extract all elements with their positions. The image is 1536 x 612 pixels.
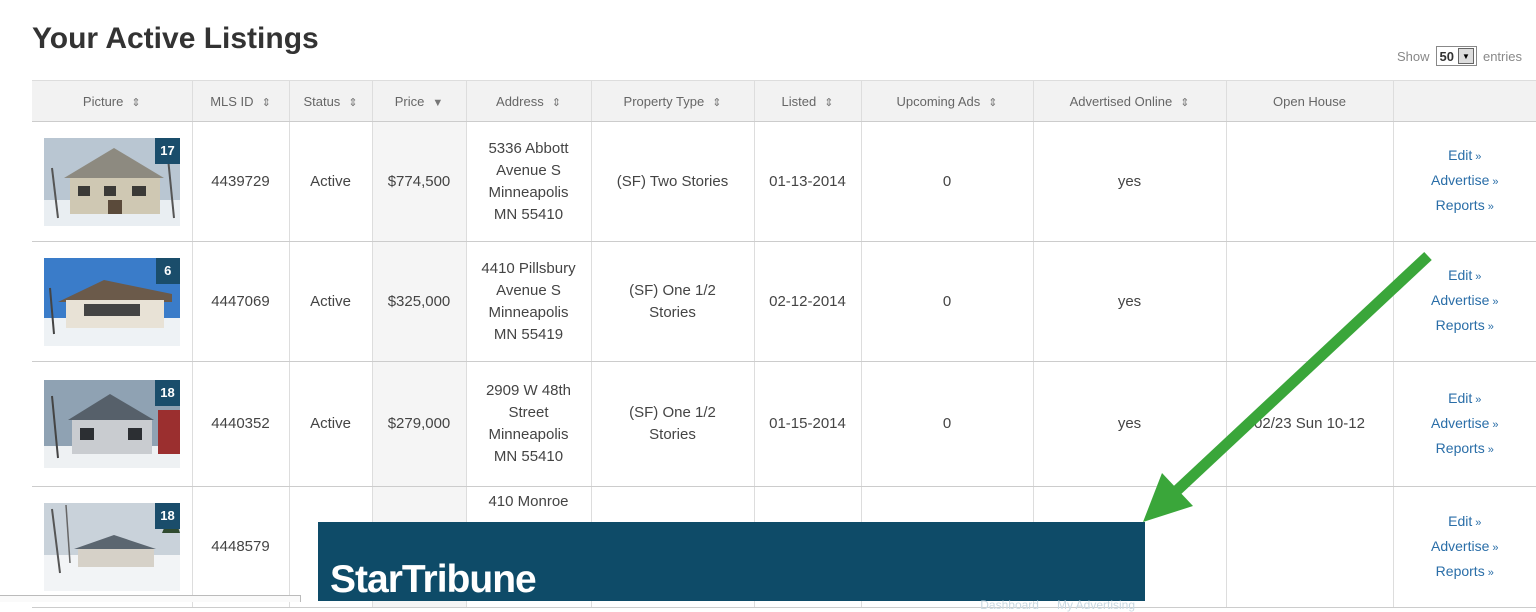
address-cell: 4410 Pillsbury Avenue S Minneapolis MN 5541… (466, 241, 592, 362)
listed-date-cell: 01-13-2014 (754, 121, 862, 242)
sort-icon[interactable]: ⇕ (262, 97, 271, 109)
startribune-banner: StarTribune Dashboard My Advertising (318, 522, 1145, 612)
col-header-actions (1393, 80, 1536, 122)
open-house-cell (1226, 241, 1394, 362)
edit-link[interactable]: Edit» (1398, 264, 1533, 289)
col-header-listed[interactable]: Listed ⇕ (754, 80, 862, 122)
upcoming-ads-cell: 0 (861, 121, 1034, 242)
advertised-online-cell: yes (1033, 121, 1227, 242)
open-house-cell (1226, 486, 1394, 608)
status-cell: Active (289, 241, 373, 362)
picture-cell[interactable]: 6 (32, 241, 193, 362)
advertised-online-cell: yes (1033, 361, 1227, 487)
price-cell: $774,500 (372, 121, 467, 242)
col-header-status[interactable]: Status ⇕ (289, 80, 373, 122)
price-cell: $279,000 (372, 361, 467, 487)
open-house-cell: 02/23 Sun 10-12 (1226, 361, 1394, 487)
actions-cell: Edit» Advertise» Reports» (1393, 121, 1536, 242)
photo-count-badge: 18 (155, 503, 180, 529)
show-entries-control: Show 50 ▼ entries (1397, 46, 1522, 66)
advertise-link[interactable]: Advertise» (1398, 169, 1533, 194)
col-header-upcoming-ads[interactable]: Upcoming Ads ⇕ (861, 80, 1034, 122)
sort-icon[interactable]: ⇕ (988, 97, 997, 109)
address-cell: 5336 Abbott Avenue S Minneapolis MN 55410 (466, 121, 592, 242)
actions-cell: Edit» Advertise» Reports» (1393, 241, 1536, 362)
property-type-cell: (SF) Two Stories (591, 121, 755, 242)
sort-icon[interactable]: ⇕ (824, 97, 833, 109)
status-cell: Active (289, 121, 373, 242)
sort-icon[interactable]: ⇕ (131, 97, 140, 109)
edit-link[interactable]: Edit» (1398, 387, 1533, 412)
mls-id-cell: 4448579 (192, 486, 290, 608)
actions-cell: Edit» Advertise» Reports» (1393, 486, 1536, 608)
upcoming-ads-cell: 0 (861, 241, 1034, 362)
table-row: 18 4440352 Active $279,000 2909 W 48th St… (32, 361, 1536, 487)
entries-value: 50 (1439, 48, 1454, 64)
mls-id-cell: 4447069 (192, 241, 290, 362)
entries-label: entries (1482, 48, 1522, 64)
reports-link[interactable]: Reports» (1398, 560, 1533, 585)
sort-icon[interactable]: ⇕ (1180, 97, 1189, 109)
startribune-logo[interactable]: StarTribune (330, 558, 537, 602)
dropdown-arrow-icon[interactable]: ▼ (1457, 48, 1474, 64)
status-cell: Active (289, 361, 373, 487)
sort-icon[interactable]: ⇕ (712, 97, 721, 109)
table-row: 6 4447069 Active $325,000 4410 Pillsbury… (32, 241, 1536, 362)
edit-link[interactable]: Edit» (1398, 144, 1533, 169)
advertise-link[interactable]: Advertise» (1398, 535, 1533, 560)
reports-link[interactable]: Reports» (1398, 194, 1533, 219)
banner-nav: Dashboard My Advertising (980, 598, 1135, 612)
nav-dashboard[interactable]: Dashboard (980, 598, 1039, 612)
picture-cell[interactable]: 18 (32, 486, 193, 608)
sort-icon[interactable]: ⇕ (552, 97, 561, 109)
photo-count-badge: 17 (155, 137, 180, 164)
col-header-open-house: Open House (1226, 80, 1394, 122)
sort-desc-icon[interactable]: ▼ (432, 97, 443, 109)
address-cell: 2909 W 48th Street Minneapolis MN 55410 (466, 361, 592, 487)
photo-count-badge: 6 (155, 257, 180, 284)
sort-icon[interactable]: ⇕ (348, 97, 357, 109)
actions-cell: Edit» Advertise» Reports» (1393, 361, 1536, 487)
show-label: Show (1396, 48, 1430, 64)
table-header-row: Picture ⇕ MLS ID ⇕ Status ⇕ Price ▼ Address ⇕… (32, 80, 1536, 122)
reports-link[interactable]: Reports» (1398, 314, 1533, 339)
col-header-picture[interactable]: Picture ⇕ (32, 80, 193, 122)
col-header-mls-id[interactable]: MLS ID ⇕ (192, 80, 290, 122)
picture-cell[interactable]: 17 (32, 121, 193, 242)
price-cell: $325,000 (372, 241, 467, 362)
photo-count-badge: 18 (155, 380, 180, 406)
advertise-link[interactable]: Advertise» (1398, 289, 1533, 314)
col-header-advertised-online[interactable]: Advertised Online ⇕ (1033, 80, 1227, 122)
mls-id-cell: 4440352 (192, 361, 290, 487)
edit-link[interactable]: Edit» (1398, 510, 1533, 535)
advertise-link[interactable]: Advertise» (1398, 412, 1533, 437)
open-house-cell (1226, 121, 1394, 242)
table-row: 17 4439729 Active $774,500 5336 Abbott Av… (32, 121, 1536, 242)
advertised-online-cell: yes (1033, 241, 1227, 362)
col-header-price[interactable]: Price ▼ (372, 80, 467, 122)
col-header-address[interactable]: Address ⇕ (466, 80, 592, 122)
property-type-cell: (SF) One 1/2 Stories (591, 241, 755, 362)
upcoming-ads-cell: 0 (861, 361, 1034, 487)
col-header-property-type[interactable]: Property Type ⇕ (591, 80, 755, 122)
reports-link[interactable]: Reports» (1398, 437, 1533, 462)
picture-cell[interactable]: 18 (32, 361, 193, 487)
page-title: Your Active Listings (32, 22, 319, 55)
entries-per-page-select[interactable]: 50 ▼ (1435, 46, 1477, 66)
mls-id-cell: 4439729 (192, 121, 290, 242)
listed-date-cell: 01-15-2014 (754, 361, 862, 487)
nav-my-advertising[interactable]: My Advertising (1057, 598, 1135, 612)
listed-date-cell: 02-12-2014 (754, 241, 862, 362)
property-type-cell: (SF) One 1/2 Stories (591, 361, 755, 487)
